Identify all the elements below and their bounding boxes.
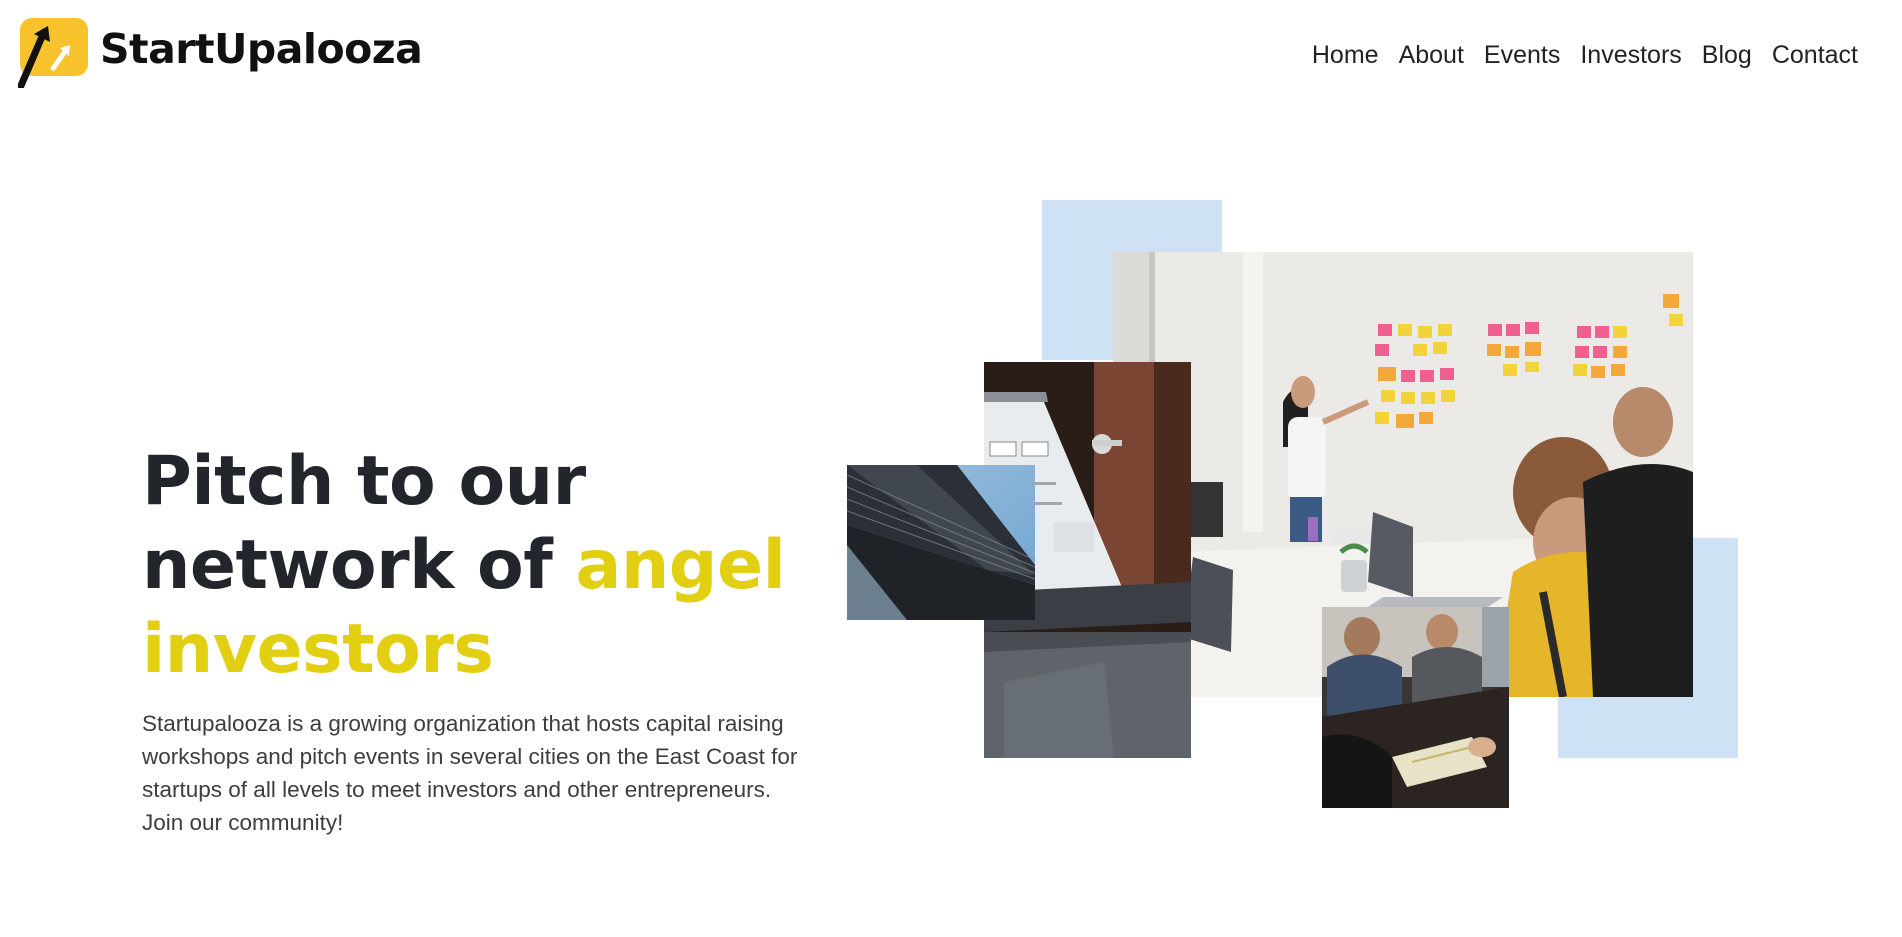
nav-home[interactable]: Home	[1302, 38, 1389, 72]
landing-page: StartUpalooza Home About Events Investor…	[0, 0, 1902, 937]
nav-investors[interactable]: Investors	[1570, 38, 1691, 72]
hero-heading-accent-investors: investors	[142, 610, 494, 689]
nav-blog[interactable]: Blog	[1692, 38, 1762, 72]
hero-heading-line1: Pitch to our	[142, 442, 586, 521]
skyscraper-photo	[847, 465, 1035, 620]
hero-heading: Pitch to our network of angel investors	[142, 440, 822, 692]
rising-arrow-logo-icon	[18, 18, 88, 88]
site-logo[interactable]: StartUpalooza	[18, 18, 423, 88]
nav-about[interactable]: About	[1389, 38, 1474, 72]
team-at-table-photo	[1322, 607, 1509, 808]
nav-contact[interactable]: Contact	[1762, 38, 1868, 72]
hero-description: Startupalooza is a growing organization …	[142, 711, 798, 835]
hero-heading-accent-angel: angel	[575, 526, 786, 605]
main-nav: Home About Events Investors Blog Contact	[1302, 38, 1868, 72]
nav-events[interactable]: Events	[1474, 38, 1570, 72]
hero-heading-line2: network of	[142, 526, 576, 605]
logo-wordmark: StartUpalooza	[100, 24, 423, 73]
